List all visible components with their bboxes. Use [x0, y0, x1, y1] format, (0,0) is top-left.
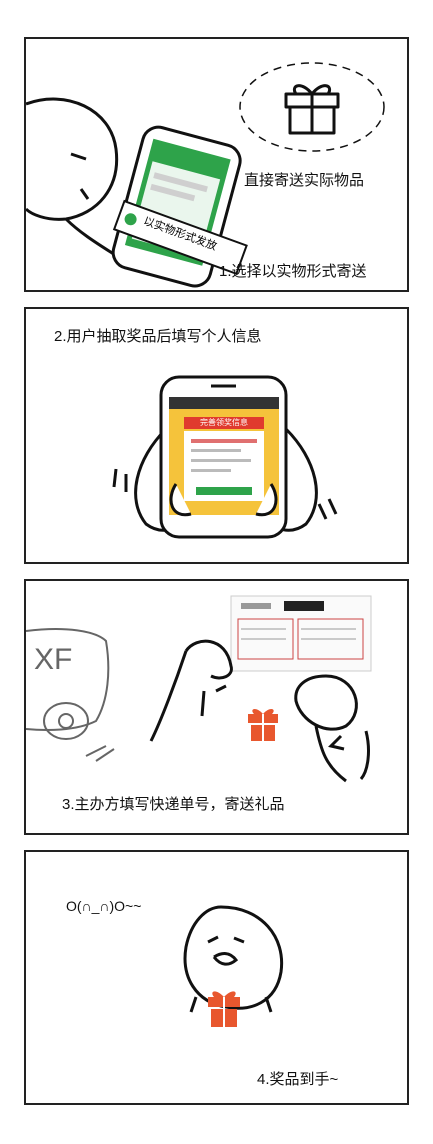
eye-stroke [70, 152, 87, 161]
scribble-text: XF [34, 643, 73, 676]
panel-4-drawing [183, 905, 284, 1027]
shipping-label [230, 595, 372, 672]
gift-label: 直接寄送实际物品 [244, 172, 365, 189]
panel-1-caption: 1.选择以实物形式寄送 [219, 263, 367, 280]
panel-4-caption: 4.奖品到手~ [257, 1071, 339, 1088]
panel-2-drawing [112, 375, 338, 539]
gift-outline-icon [284, 84, 340, 135]
comic-panel-2: 2.用户抽取奖品后填写个人信息 完善领奖信息 [24, 307, 409, 564]
comic-panel-4: O(∩_∩)O~~ 4.奖品到手~ [24, 850, 409, 1105]
panel-3-caption: 3.主办方填写快递单号，寄送礼品 [62, 796, 285, 813]
comic-panel-1: 以实物形式发放 直接寄送实际物品 1.选择以实物形式寄送 [24, 37, 409, 292]
form-header: 完善领奖信息 [200, 418, 248, 427]
comic-panel-3: XF 3.主办方填写快递单号，寄送礼品 [24, 579, 409, 835]
panel-1-drawing: 以实物形式发放 [26, 62, 385, 288]
